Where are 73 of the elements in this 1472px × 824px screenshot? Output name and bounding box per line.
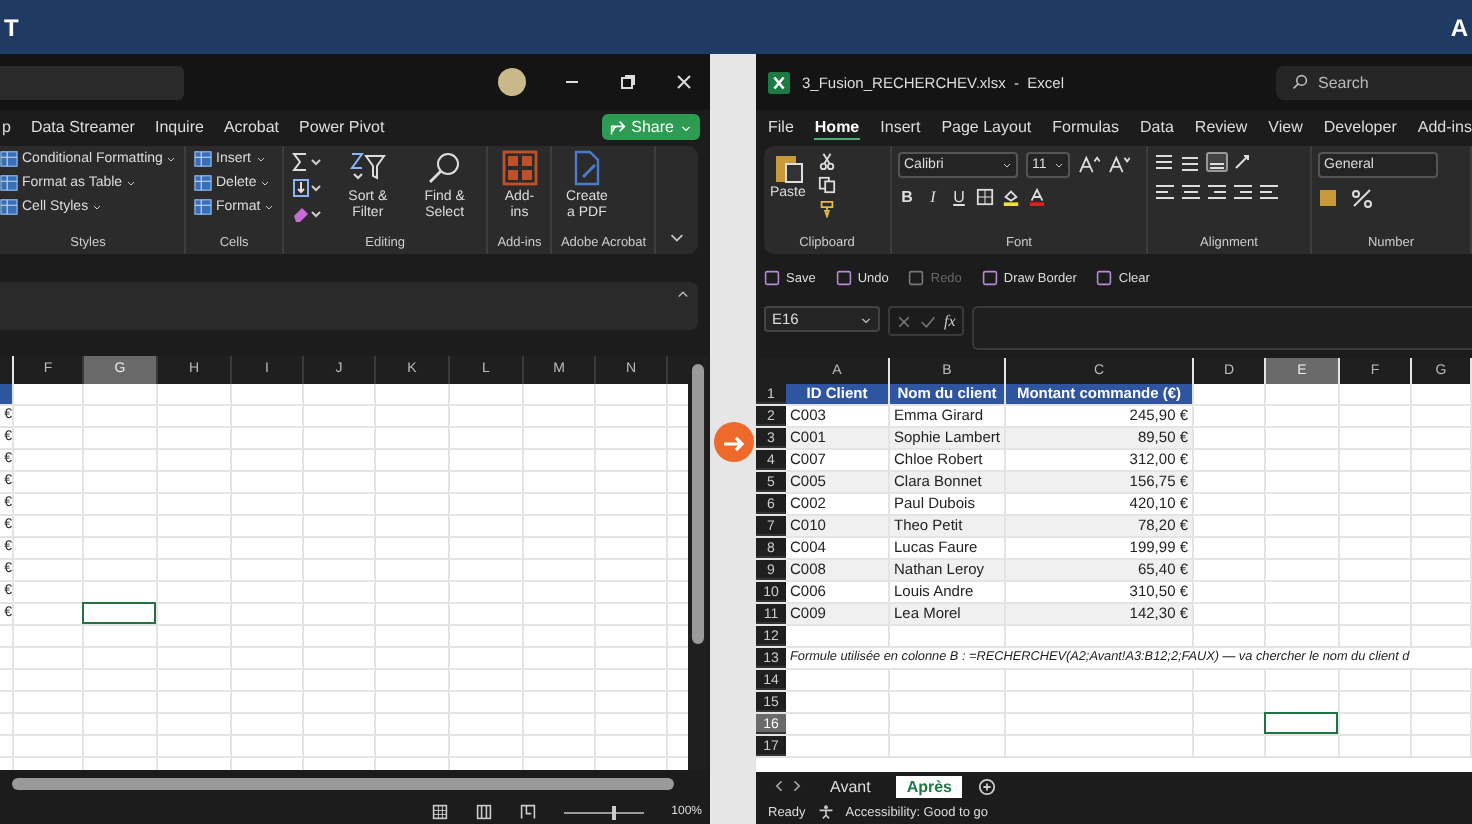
ribbon-tab[interactable]: Formulas [1052,116,1119,138]
ribbon-tab[interactable]: Power Pivot [299,118,385,136]
underline-button[interactable]: U [950,188,968,206]
ribbon-tab[interactable]: Home [814,115,860,139]
cancel-icon[interactable] [896,313,912,329]
chevron-up-icon[interactable] [676,288,690,302]
table-icon [194,174,212,192]
excel-logo-icon [768,71,790,93]
table-icon [0,150,18,168]
banner-text: A [1448,13,1470,41]
restore-icon[interactable] [618,72,638,92]
active-cell[interactable] [1264,712,1338,734]
caret-icon [680,121,692,133]
cut-icon[interactable] [817,152,836,170]
add-sheet-icon[interactable] [978,777,996,795]
insert-function-button[interactable]: fx [944,312,956,330]
ribbon-tab[interactable]: Data Streamer [30,118,135,136]
ribbon-tab[interactable]: View [1268,116,1303,138]
eraser-icon[interactable] [292,204,325,224]
search-icon [1292,74,1308,90]
grid-icon [499,150,540,186]
sheet-tab[interactable]: Avant [820,775,881,797]
ribbon-tab[interactable]: Add-ins [1417,116,1472,138]
square-icon [908,270,925,286]
banner-text: T [2,13,21,41]
caret-icon [860,313,872,325]
active-cell[interactable] [82,602,156,624]
ribbon-tab[interactable]: File [768,116,794,138]
search-icon [424,150,465,186]
increase-font-icon[interactable] [1078,156,1100,174]
page-layout-view-icon[interactable] [475,804,492,820]
format-painter-icon[interactable] [817,200,836,218]
ribbon-tab[interactable]: Insert [880,116,921,138]
decrease-font-icon[interactable] [1108,156,1130,174]
close-icon[interactable] [674,72,694,92]
arrow-right-icon [714,422,754,462]
ribbon-tab[interactable]: Inquire [154,118,204,136]
ribbon-tab[interactable]: Page Layout [941,116,1032,138]
fill-icon[interactable] [292,178,325,198]
ribbon-tab[interactable]: Acrobat [223,118,280,136]
square-icon [1096,270,1113,286]
square-icon [981,270,998,286]
percent-icon[interactable] [1318,188,1378,208]
ribbon-tab[interactable]: p [2,118,11,136]
autosum-icon[interactable] [292,152,325,172]
font-color-icon[interactable] [1028,188,1046,206]
italic-button[interactable]: I [924,188,942,206]
fill-color-icon[interactable] [1002,188,1020,206]
search-field[interactable]: Search [1276,65,1472,99]
share-icon [609,119,626,135]
sheet-navigation-icon[interactable] [772,778,804,794]
ribbon-tab[interactable]: Developer [1323,116,1397,138]
page-break-view-icon[interactable] [519,804,536,820]
square-icon [835,270,852,286]
table-icon [194,198,212,216]
table-icon [0,174,18,192]
table-icon [194,150,212,168]
table-icon [0,198,18,216]
ribbon-tab[interactable]: Data [1140,116,1174,138]
copy-icon[interactable] [817,176,836,194]
confirm-icon[interactable] [920,313,936,329]
bold-button[interactable]: B [898,188,916,206]
normal-view-icon[interactable] [431,804,448,820]
formula-input[interactable] [971,306,1472,350]
ribbon-tab[interactable]: Review [1194,116,1248,138]
zoom-slider-thumb[interactable] [611,805,616,819]
square-icon [764,270,780,286]
share-button[interactable]: Share [601,114,700,140]
clipboard-icon [771,152,804,184]
borders-icon[interactable] [976,188,994,206]
sheet-tab[interactable]: Après [896,775,962,797]
accessibility-icon[interactable] [817,804,834,820]
avatar-icon[interactable] [498,68,526,96]
